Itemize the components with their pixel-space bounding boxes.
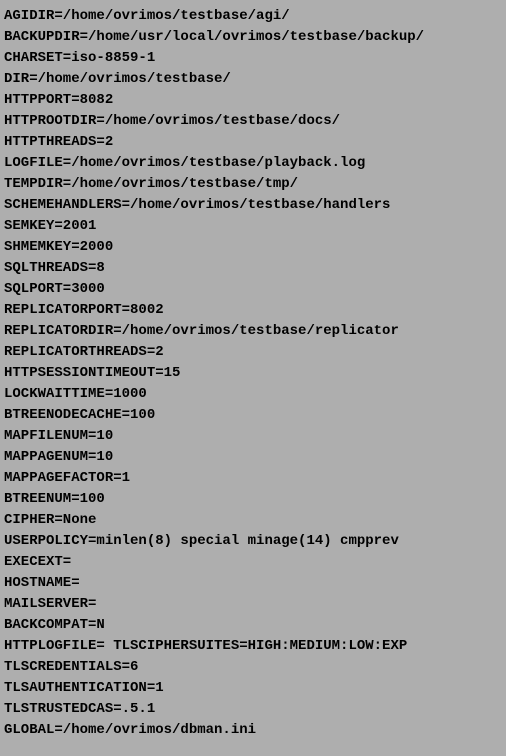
config-line: SQLPORT=3000: [4, 279, 502, 300]
config-line: CIPHER=None: [4, 510, 502, 531]
config-line: SCHEMEHANDLERS=/home/ovrimos/testbase/ha…: [4, 195, 502, 216]
config-line: HTTPROOTDIR=/home/ovrimos/testbase/docs/: [4, 111, 502, 132]
config-line: GLOBAL=/home/ovrimos/dbman.ini: [4, 720, 502, 741]
config-line: HTTPLOGFILE= TLSCIPHERSUITES=HIGH:MEDIUM…: [4, 636, 502, 657]
config-line: TLSCREDENTIALS=6: [4, 657, 502, 678]
config-line: REPLICATORDIR=/home/ovrimos/testbase/rep…: [4, 321, 502, 342]
config-line: BACKCOMPAT=N: [4, 615, 502, 636]
config-line: BACKUPDIR=/home/usr/local/ovrimos/testba…: [4, 27, 502, 48]
config-line: SHMEMKEY=2000: [4, 237, 502, 258]
config-line: EXECEXT=: [4, 552, 502, 573]
config-line: BTREENODECACHE=100: [4, 405, 502, 426]
config-file-lines: AGIDIR=/home/ovrimos/testbase/agi/BACKUP…: [4, 6, 502, 741]
config-line: HTTPPORT=8082: [4, 90, 502, 111]
config-line: REPLICATORPORT=8002: [4, 300, 502, 321]
config-line: TEMPDIR=/home/ovrimos/testbase/tmp/: [4, 174, 502, 195]
config-line: BTREENUM=100: [4, 489, 502, 510]
config-line: REPLICATORTHREADS=2: [4, 342, 502, 363]
config-line: MAPPAGEFACTOR=1: [4, 468, 502, 489]
config-line: DIR=/home/ovrimos/testbase/: [4, 69, 502, 90]
config-line: HTTPTHREADS=2: [4, 132, 502, 153]
config-line: LOGFILE=/home/ovrimos/testbase/playback.…: [4, 153, 502, 174]
config-line: TLSTRUSTEDCAS=.5.1: [4, 699, 502, 720]
config-line: HOSTNAME=: [4, 573, 502, 594]
config-line: CHARSET=iso-8859-1: [4, 48, 502, 69]
config-line: MAPFILENUM=10: [4, 426, 502, 447]
config-line: AGIDIR=/home/ovrimos/testbase/agi/: [4, 6, 502, 27]
config-line: SQLTHREADS=8: [4, 258, 502, 279]
config-line: MAILSERVER=: [4, 594, 502, 615]
config-line: MAPPAGENUM=10: [4, 447, 502, 468]
config-line: HTTPSESSIONTIMEOUT=15: [4, 363, 502, 384]
config-line: USERPOLICY=minlen(8) special minage(14) …: [4, 531, 502, 552]
config-line: TLSAUTHENTICATION=1: [4, 678, 502, 699]
config-line: SEMKEY=2001: [4, 216, 502, 237]
config-line: LOCKWAITTIME=1000: [4, 384, 502, 405]
